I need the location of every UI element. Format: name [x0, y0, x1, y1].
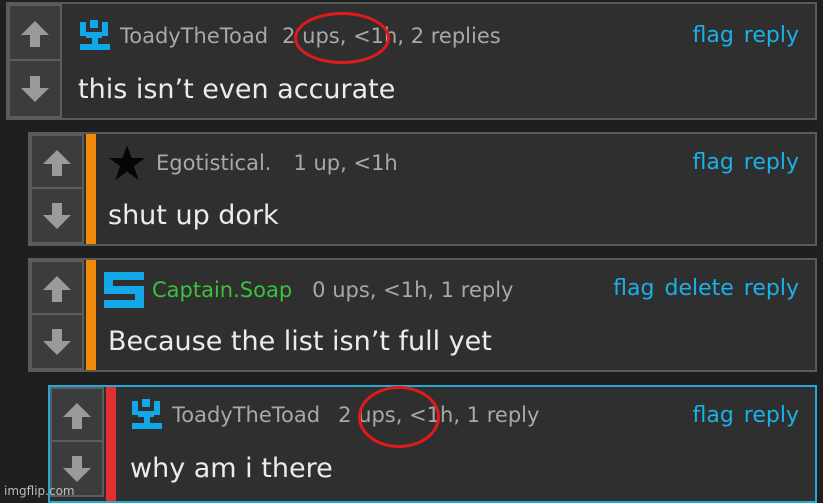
thread-accent-bar — [86, 260, 96, 370]
arrow-down-icon — [63, 455, 91, 482]
reply-link[interactable]: reply — [744, 403, 799, 428]
flag-link[interactable]: flag — [692, 23, 733, 48]
arrow-down-icon — [43, 202, 71, 229]
flag-link[interactable]: flag — [613, 276, 654, 301]
comment-toadythetoad-1: ToadyTheToad 2 ups, <1h, 2 replies flag … — [6, 2, 817, 120]
arrow-down-icon — [43, 328, 71, 355]
username[interactable]: Egotistical. — [156, 151, 271, 175]
upvote-button[interactable] — [30, 134, 84, 191]
arrow-down-icon — [21, 75, 49, 102]
thread-accent-bar — [106, 387, 116, 501]
comment-text: this isn’t even accurate — [78, 74, 396, 105]
annotation-circle — [294, 12, 390, 64]
username[interactable]: ToadyTheToad — [172, 403, 320, 427]
downvote-button[interactable] — [8, 59, 62, 118]
delete-link[interactable]: delete — [664, 276, 733, 301]
downvote-button[interactable] — [30, 187, 84, 244]
comment-meta: 1 up, <1h — [293, 151, 398, 175]
flag-link[interactable]: flag — [692, 403, 733, 428]
comment-meta: 0 ups, <1h, 1 reply — [312, 278, 514, 302]
thread-accent-bar — [86, 134, 96, 244]
pixel-toad-avatar-icon — [132, 399, 162, 429]
username[interactable]: ToadyTheToad — [120, 24, 268, 48]
arrow-up-icon — [43, 149, 71, 176]
watermark: imgflip.com — [4, 484, 75, 498]
upvote-button[interactable] — [8, 4, 62, 63]
downvote-button[interactable] — [30, 313, 84, 370]
username[interactable]: Captain.Soap — [152, 278, 292, 302]
comment-captain-soap: Captain.Soap 0 ups, <1h, 1 reply flag de… — [28, 258, 817, 372]
flag-link[interactable]: flag — [692, 150, 733, 175]
upvote-button[interactable] — [30, 260, 84, 317]
arrow-up-icon — [21, 20, 49, 47]
reply-link[interactable]: reply — [744, 23, 799, 48]
annotation-circle — [358, 386, 440, 448]
pixel-toad-avatar-icon — [80, 20, 110, 50]
arrow-up-icon — [63, 402, 91, 429]
star-avatar-icon — [109, 145, 145, 180]
reply-link[interactable]: reply — [744, 150, 799, 175]
arrow-up-icon — [43, 275, 71, 302]
comment-text: why am i there — [130, 453, 333, 484]
comment-text: Because the list isn’t full yet — [108, 326, 492, 357]
comment-egotistical: Egotistical. 1 up, <1h flag reply shut u… — [28, 132, 817, 246]
reply-link[interactable]: reply — [744, 276, 799, 301]
s-logo-avatar-icon — [104, 272, 144, 308]
upvote-button[interactable] — [50, 387, 104, 444]
comment-text: shut up dork — [108, 200, 279, 231]
